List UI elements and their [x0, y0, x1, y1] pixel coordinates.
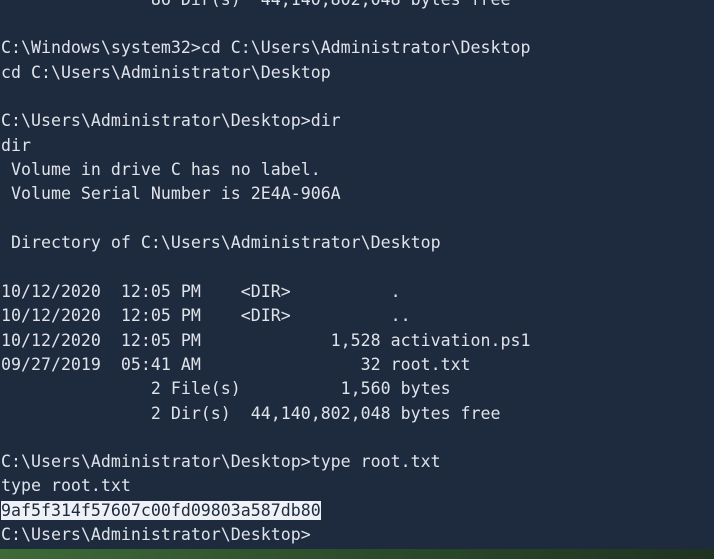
dir-entry-root-txt: 09/27/2019 05:41 AM 32 root.txt: [1, 355, 471, 374]
root-flag-output[interactable]: 9af5f314f57607c00fd09803a587db80: [1, 499, 321, 523]
output-file-summary: 2 File(s) 1,560 bytes: [1, 379, 451, 398]
output-dir-summary-prev: 86 Dir(s) 44,140,802,048 bytes free: [1, 0, 511, 12]
output-volume-serial: Volume Serial Number is 2E4A-906A: [1, 184, 341, 203]
current-prompt[interactable]: C:\Users\Administrator\Desktop>: [1, 523, 311, 547]
dir-entry-activation: 10/12/2020 12:05 PM 1,528 activation.ps1: [1, 331, 531, 350]
command-cd-echo: cd C:\Users\Administrator\Desktop: [1, 63, 331, 82]
terminal-window[interactable]: 86 Dir(s) 44,140,802,048 bytes free C:\W…: [0, 0, 714, 549]
selected-text[interactable]: 9af5f314f57607c00fd09803a587db80: [1, 501, 321, 520]
command-type-echo: type root.txt: [1, 476, 131, 495]
desktop-background-strip: [0, 549, 714, 559]
dir-entry-parent: 10/12/2020 12:05 PM <DIR> ..: [1, 306, 411, 325]
command-type-prompt: C:\Users\Administrator\Desktop>type root…: [1, 452, 441, 471]
dir-entry-current: 10/12/2020 12:05 PM <DIR> .: [1, 282, 401, 301]
command-cd-prompt: C:\Windows\system32>cd C:\Users\Administ…: [1, 38, 531, 57]
output-volume-label: Volume in drive C has no label.: [1, 160, 321, 179]
output-dir-summary: 2 Dir(s) 44,140,802,048 bytes free: [1, 404, 501, 423]
command-dir-echo: dir: [1, 136, 31, 155]
command-dir-prompt: C:\Users\Administrator\Desktop>dir: [1, 111, 341, 130]
output-directory-of: Directory of C:\Users\Administrator\Desk…: [1, 233, 441, 252]
